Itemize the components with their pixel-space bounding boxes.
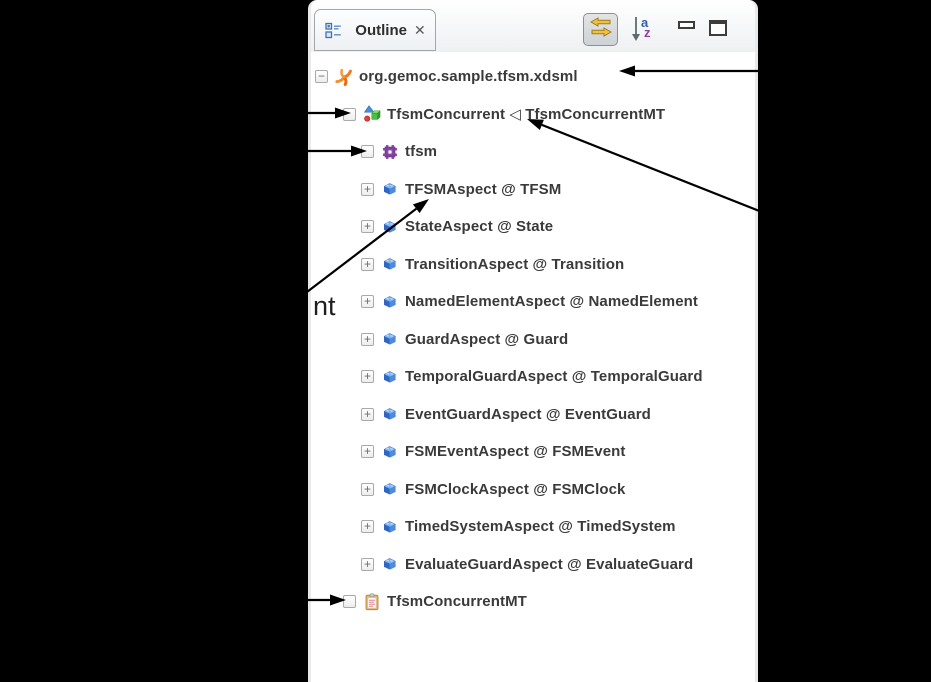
aspect-icon (381, 330, 399, 348)
outline-tree-icon (324, 21, 342, 39)
tree-item[interactable]: + TransitionAspect @ Transition (311, 246, 755, 284)
tree-item[interactable]: + TemporalGuardAspect @ TemporalGuard (311, 358, 755, 396)
tree-item-label: TimedSystemAspect @ TimedSystem (405, 518, 676, 535)
tree-item[interactable]: TfsmConcurrentMT (311, 583, 755, 621)
view-toolbar: a z (583, 11, 727, 47)
tree-item-label: EventGuardAspect @ EventGuard (405, 406, 651, 423)
view-header: Outline ✕ a z (311, 0, 755, 52)
aspect-icon (381, 518, 399, 536)
tree-item-label: TFSMAspect @ TFSM (405, 181, 561, 198)
tree-item[interactable]: + StateAspect @ State (311, 208, 755, 246)
tree-item-label: FSMEventAspect @ FSMEvent (405, 443, 626, 460)
link-with-editor-button[interactable] (583, 13, 618, 46)
tree-item-label: EvaluateGuardAspect @ EvaluateGuard (405, 556, 693, 573)
tree-item[interactable]: tfsm (311, 133, 755, 171)
tree-item-label: tfsm (405, 143, 437, 160)
xdsml-file-icon (335, 68, 353, 86)
tree-item[interactable]: + TFSMAspect @ TFSM (311, 171, 755, 209)
aspect-icon (381, 480, 399, 498)
expand-toggle[interactable] (343, 595, 356, 608)
close-icon[interactable]: ✕ (414, 22, 426, 39)
minimize-button[interactable] (678, 21, 695, 29)
expand-toggle[interactable]: + (361, 333, 374, 346)
tree-item[interactable]: + EvaluateGuardAspect @ EvaluateGuard (311, 546, 755, 584)
tree-item-label: TemporalGuardAspect @ TemporalGuard (405, 368, 703, 385)
link-arrows-icon (589, 17, 613, 42)
clipboard-icon (363, 593, 381, 611)
package-icon (381, 143, 399, 161)
expand-toggle[interactable]: + (361, 445, 374, 458)
tree-item-label: TfsmConcurrent ◁ TfsmConcurrentMT (387, 105, 665, 123)
screenshot-stage: Outline ✕ a z − org.gemoc.sample.tfsm.xds… (0, 0, 931, 682)
expand-toggle[interactable] (343, 108, 356, 121)
tree-item[interactable]: + TimedSystemAspect @ TimedSystem (311, 508, 755, 546)
tree-item[interactable]: − org.gemoc.sample.tfsm.xdsml (311, 58, 755, 96)
tree-item[interactable]: + EventGuardAspect @ EventGuard (311, 396, 755, 434)
tree-item-label: GuardAspect @ Guard (405, 331, 568, 348)
tree-item-label: StateAspect @ State (405, 218, 553, 235)
expand-toggle[interactable]: + (361, 258, 374, 271)
tree-item-label: org.gemoc.sample.tfsm.xdsml (359, 68, 578, 85)
tree-item[interactable]: + GuardAspect @ Guard (311, 321, 755, 359)
expand-toggle[interactable]: + (361, 295, 374, 308)
aspect-icon (381, 293, 399, 311)
sort-down-arrow-icon (631, 16, 641, 47)
tab-outline[interactable]: Outline ✕ (314, 9, 436, 51)
expand-toggle[interactable]: − (315, 70, 328, 83)
tree-item-label: NamedElementAspect @ NamedElement (405, 293, 698, 310)
expand-toggle[interactable]: + (361, 408, 374, 421)
tab-label: Outline (355, 22, 407, 39)
aspect-icon (381, 443, 399, 461)
expand-toggle[interactable]: + (361, 558, 374, 571)
aspect-icon (381, 255, 399, 273)
expand-toggle[interactable]: + (361, 183, 374, 196)
aspect-icon (381, 218, 399, 236)
tree-item[interactable]: TfsmConcurrent ◁ TfsmConcurrentMT (311, 96, 755, 134)
maximize-button[interactable] (709, 20, 727, 36)
tree-item-label: TransitionAspect @ Transition (405, 256, 624, 273)
language-icon (363, 105, 381, 123)
aspect-icon (381, 180, 399, 198)
expand-toggle[interactable]: + (361, 370, 374, 383)
aspect-icon (381, 405, 399, 423)
expand-toggle[interactable]: + (361, 520, 374, 533)
expand-toggle[interactable] (361, 145, 374, 158)
tree-item[interactable]: + NamedElementAspect @ NamedElement (311, 283, 755, 321)
sort-alphabetical-button[interactable]: a z (630, 14, 656, 44)
expand-toggle[interactable]: + (361, 220, 374, 233)
clipped-annotation-text: nt (313, 291, 336, 322)
tree-item-label: FSMClockAspect @ FSMClock (405, 481, 626, 498)
outline-tree: − org.gemoc.sample.tfsm.xdsml TfsmConcurre… (311, 52, 755, 621)
tree-item-label: TfsmConcurrentMT (387, 593, 527, 610)
aspect-icon (381, 555, 399, 573)
aspect-icon (381, 368, 399, 386)
tree-item[interactable]: + FSMEventAspect @ FSMEvent (311, 433, 755, 471)
tree-item[interactable]: + FSMClockAspect @ FSMClock (311, 471, 755, 509)
expand-toggle[interactable]: + (361, 483, 374, 496)
outline-view-panel: Outline ✕ a z − org.gemoc.sample.tfsm.xds… (308, 0, 758, 682)
sort-letter-z: z (644, 25, 651, 40)
